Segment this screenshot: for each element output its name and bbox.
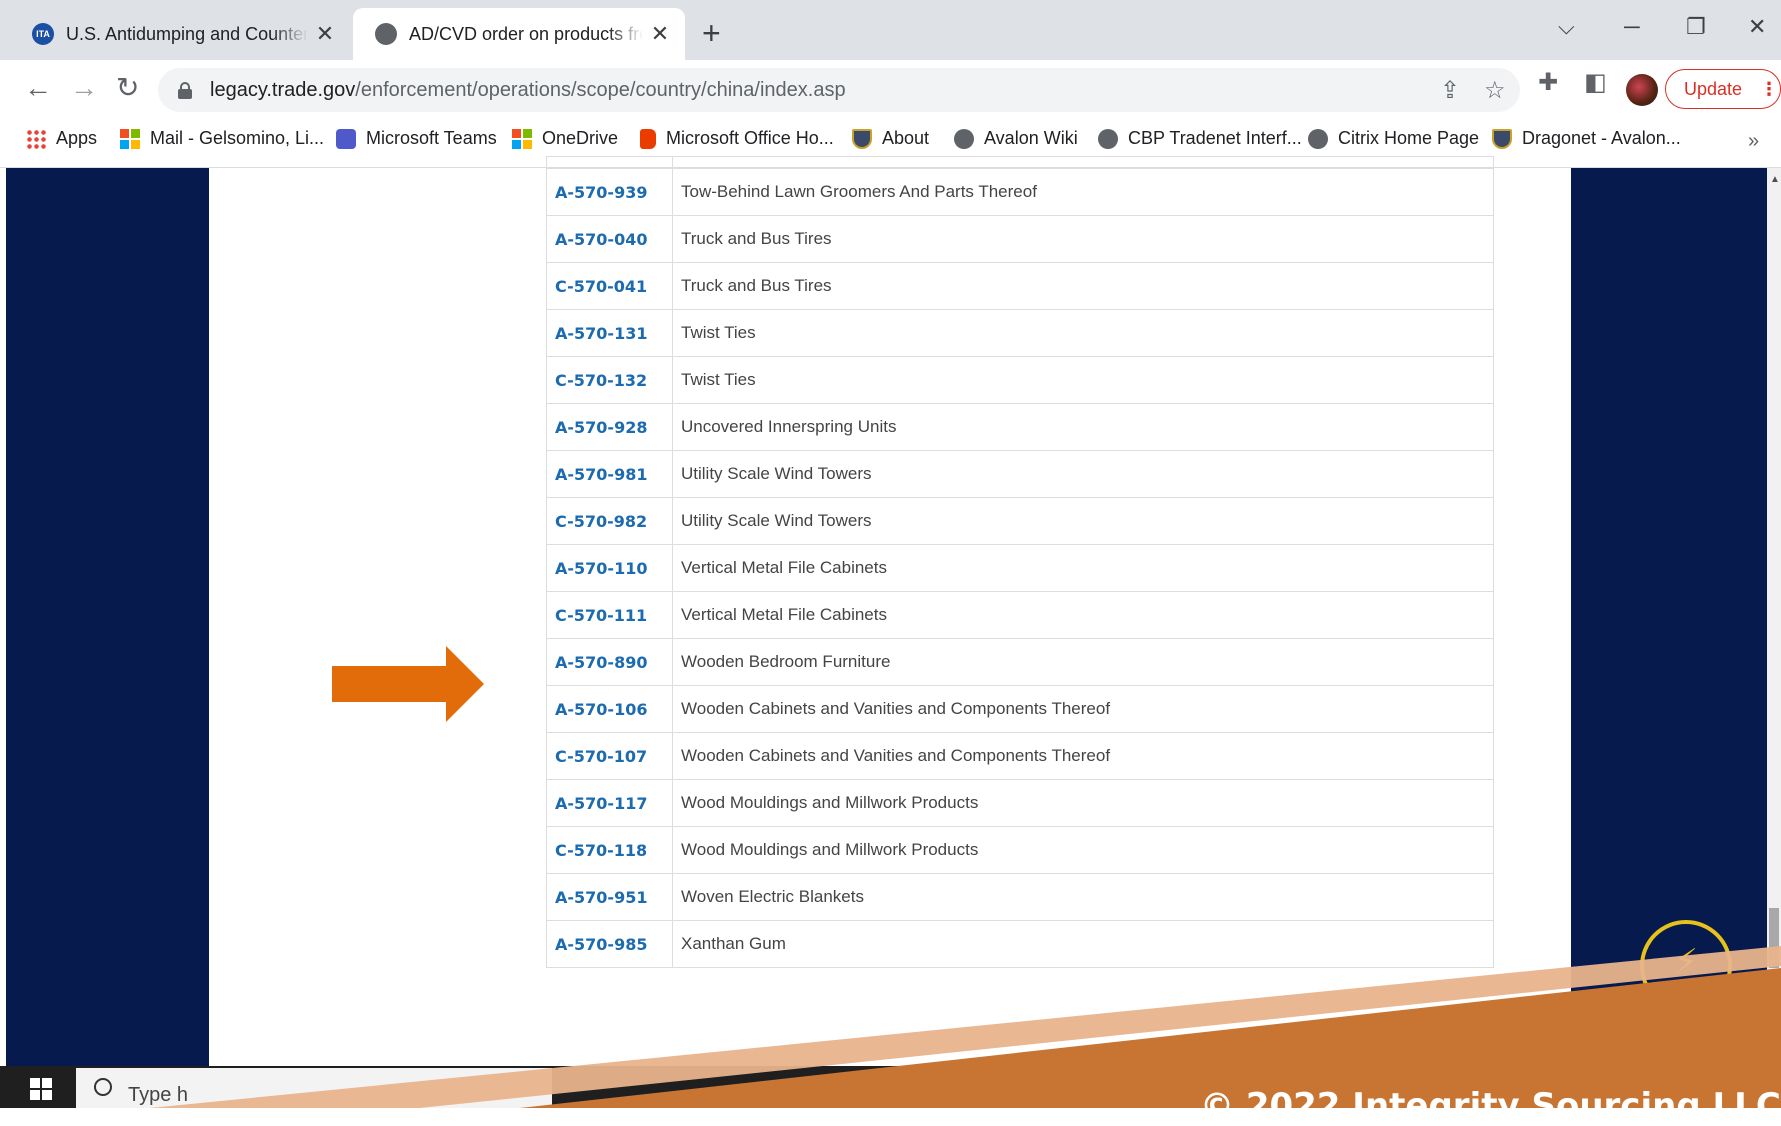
slide-decoration xyxy=(150,946,1781,1108)
slide-copyright: © 2022 Integrity Sourcing LLC - 3 xyxy=(1200,1086,1781,1126)
